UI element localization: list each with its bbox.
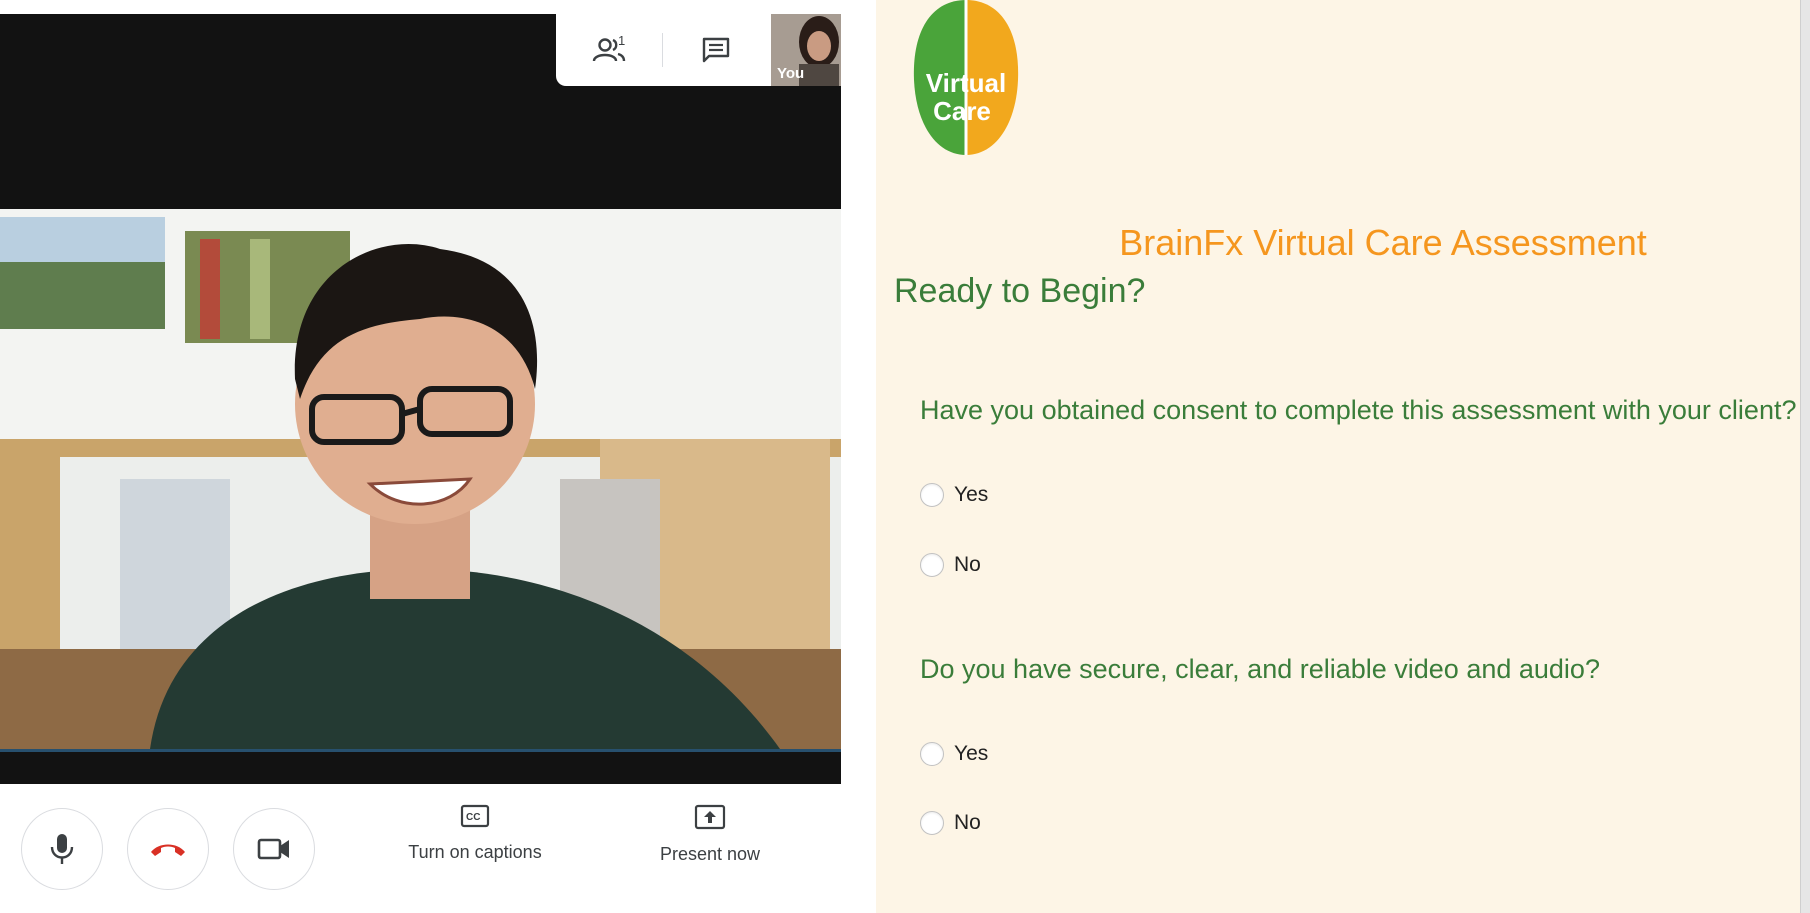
option-label: No bbox=[954, 811, 981, 834]
screen: 1 You CC Turn on captions Present now Vi… bbox=[0, 0, 1810, 913]
remote-video bbox=[0, 209, 841, 749]
consent-no-option[interactable]: No bbox=[920, 553, 981, 577]
brain-logo-icon: Virtual Care bbox=[913, 0, 1019, 155]
consent-yes-option[interactable]: Yes bbox=[920, 483, 988, 507]
page-title: BrainFx Virtual Care Assessment bbox=[1119, 222, 1647, 263]
video-audio-yes-option[interactable]: Yes bbox=[920, 742, 988, 766]
camera-button[interactable] bbox=[233, 808, 315, 890]
present-now-button[interactable]: Present now bbox=[650, 804, 770, 884]
closed-captions-icon: CC bbox=[460, 804, 490, 828]
microphone-button[interactable] bbox=[21, 808, 103, 890]
radio-button[interactable] bbox=[920, 483, 944, 507]
present-screen-icon bbox=[694, 804, 726, 830]
virtual-care-logo: Virtual Care bbox=[912, 0, 1020, 155]
radio-button[interactable] bbox=[920, 742, 944, 766]
video-call-panel: 1 You CC Turn on captions Present now bbox=[0, 0, 841, 913]
radio-button[interactable] bbox=[920, 553, 944, 577]
microphone-icon bbox=[50, 834, 74, 864]
option-label: Yes bbox=[954, 742, 989, 765]
logo-text-line2: Care bbox=[933, 96, 991, 126]
option-label: No bbox=[954, 553, 981, 576]
self-view-thumbnail[interactable]: You bbox=[771, 14, 841, 86]
video-bottom-band bbox=[0, 749, 841, 784]
participants-button[interactable]: 1 bbox=[556, 14, 662, 86]
camera-icon bbox=[257, 838, 289, 860]
present-label: Present now bbox=[659, 844, 761, 864]
question-consent: Have you obtained consent to complete th… bbox=[920, 395, 1797, 425]
svg-text:CC: CC bbox=[466, 812, 480, 823]
call-controls: CC Turn on captions Present now bbox=[0, 784, 841, 913]
section-heading: Ready to Begin? bbox=[894, 272, 1146, 310]
assessment-form-panel: Virtual Care BrainFx Virtual Care Assess… bbox=[876, 0, 1800, 913]
hang-up-icon bbox=[151, 844, 185, 856]
option-label: Yes bbox=[954, 483, 989, 506]
end-call-button[interactable] bbox=[127, 808, 209, 890]
remote-video-frame bbox=[0, 209, 841, 749]
form-scrollbar[interactable] bbox=[1800, 0, 1810, 913]
chat-icon bbox=[702, 37, 730, 63]
chat-button[interactable] bbox=[663, 14, 769, 86]
self-label: You bbox=[777, 65, 805, 82]
question-video-audio: Do you have secure, clear, and reliable … bbox=[920, 654, 1600, 684]
radio-button[interactable] bbox=[920, 811, 944, 835]
participants-count: 1 bbox=[618, 33, 626, 48]
video-audio-no-option[interactable]: No bbox=[920, 811, 981, 835]
logo-text-line1: Virtual bbox=[926, 68, 1006, 98]
captions-label: Turn on captions bbox=[408, 842, 542, 862]
captions-button[interactable]: CC Turn on captions bbox=[395, 804, 555, 884]
